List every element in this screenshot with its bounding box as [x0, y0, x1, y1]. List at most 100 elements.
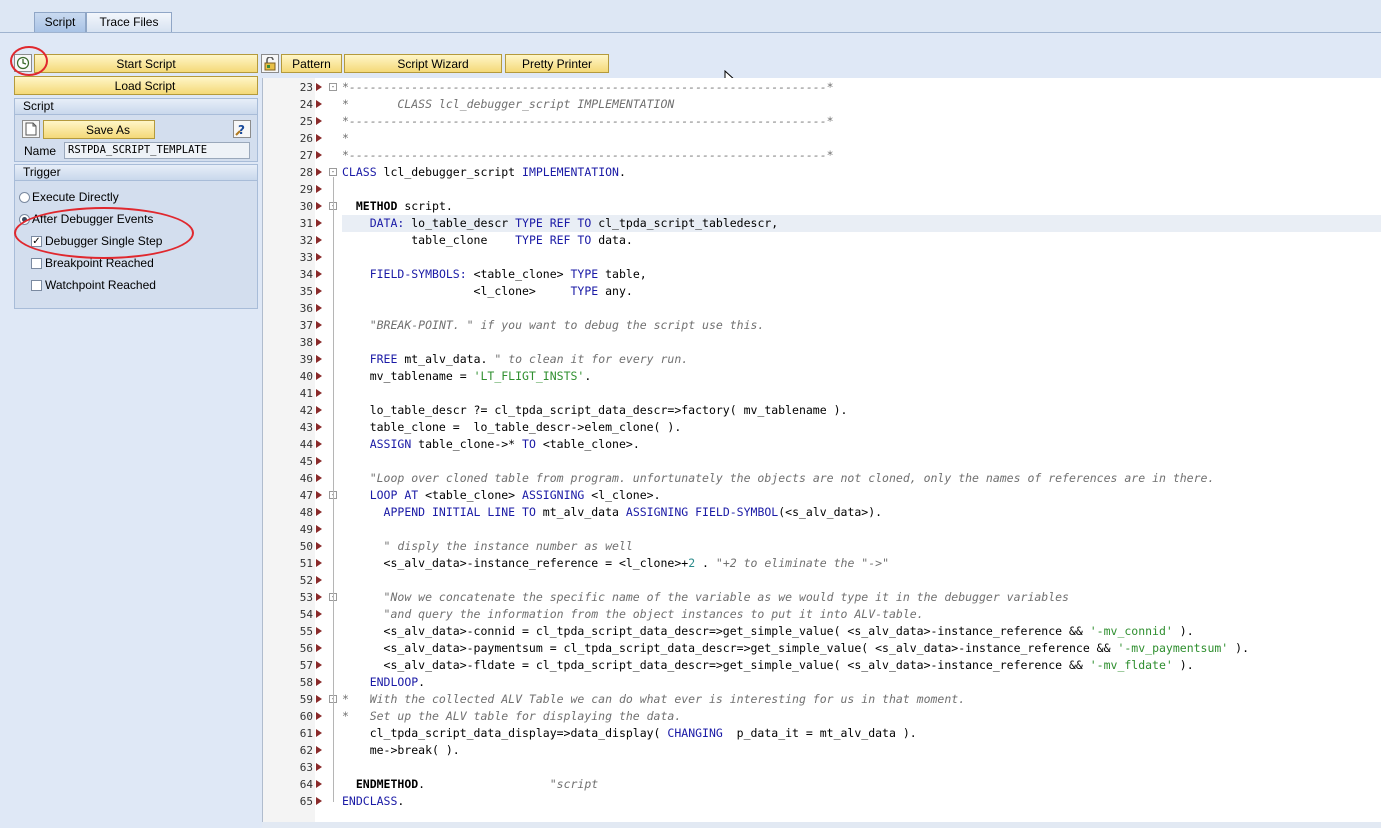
code-line[interactable]: 58 ENDLOOP. [263, 674, 1381, 691]
breakpoint-marker-icon[interactable] [316, 287, 322, 295]
code-line[interactable]: 36 [263, 300, 1381, 317]
code-line[interactable]: 24 * CLASS lcl_debugger_script IMPLEMENTA… [263, 96, 1381, 113]
breakpoint-marker-icon[interactable] [316, 151, 322, 159]
new-file-icon[interactable] [22, 120, 40, 138]
breakpoint-marker-icon[interactable] [316, 355, 322, 363]
code-line[interactable]: 50 " disply the instance number as well [263, 538, 1381, 555]
breakpoint-marker-icon[interactable] [316, 559, 322, 567]
code-line[interactable]: 45 [263, 453, 1381, 470]
code-line[interactable]: 26 * [263, 130, 1381, 147]
code-line[interactable]: 28 - CLASS lcl_debugger_script IMPLEMENTAT… [263, 164, 1381, 181]
code-line[interactable]: 53- "Now we concatenate the specific nam… [263, 589, 1381, 606]
breakpoint-marker-icon[interactable] [316, 338, 322, 346]
code-line[interactable]: 46 "Loop over cloned table from program.… [263, 470, 1381, 487]
breakpoint-marker-icon[interactable] [316, 712, 322, 720]
start-script-button[interactable]: Start Script [34, 54, 258, 73]
code-editor[interactable]: 23- *------------------------------------… [262, 78, 1381, 828]
code-line[interactable]: 59-* With the collected ALV Table we can… [263, 691, 1381, 708]
code-line[interactable]: 34 FIELD-SYMBOLS: <table_clone> TYPE tab… [263, 266, 1381, 283]
code-line[interactable]: 35 <l_clone> TYPE any. [263, 283, 1381, 300]
start-script-icon[interactable] [14, 54, 32, 72]
breakpoint-marker-icon[interactable] [316, 491, 322, 499]
breakpoint-marker-icon[interactable] [316, 389, 322, 397]
breakpoint-marker-icon[interactable] [316, 406, 322, 414]
breakpoint-marker-icon[interactable] [316, 678, 322, 686]
code-line[interactable]: 32 table_clone TYPE REF TO data. [263, 232, 1381, 249]
fold-toggle-icon[interactable]: - [329, 83, 337, 91]
save-as-button[interactable]: Save As [43, 120, 155, 139]
fold-toggle-icon[interactable]: - [329, 168, 337, 176]
code-line[interactable]: 41 [263, 385, 1381, 402]
code-line[interactable]: 54 "and query the information from the o… [263, 606, 1381, 623]
breakpoint-marker-icon[interactable] [316, 644, 322, 652]
breakpoint-marker-icon[interactable] [316, 457, 322, 465]
breakpoint-marker-icon[interactable] [316, 321, 322, 329]
breakpoint-marker-icon[interactable] [316, 83, 322, 91]
breakpoint-marker-icon[interactable] [316, 117, 322, 125]
code-line[interactable]: 23 - *------------------------------------… [263, 79, 1381, 96]
after-debugger-events-radio[interactable] [19, 214, 30, 225]
breakpoint-marker-icon[interactable] [316, 542, 322, 550]
breakpoint-marker-icon[interactable] [316, 797, 322, 805]
breakpoint-marker-icon[interactable] [316, 661, 322, 669]
code-line[interactable]: 60 * Set up the ALV table for displaying … [263, 708, 1381, 725]
code-line[interactable]: 48 APPEND INITIAL LINE TO mt_alv_data AS… [263, 504, 1381, 521]
code-line[interactable]: 55 <s_alv_data>-connid = cl_tpda_script_… [263, 623, 1381, 640]
breakpoint-marker-icon[interactable] [316, 746, 322, 754]
pattern-button[interactable]: Pattern [281, 54, 342, 73]
code-line[interactable]: 33 [263, 249, 1381, 266]
pretty-printer-button[interactable]: Pretty Printer [505, 54, 609, 73]
breakpoint-marker-icon[interactable] [316, 610, 322, 618]
code-line[interactable]: 51 <s_alv_data>-instance_reference = <l_… [263, 555, 1381, 572]
breakpoint-marker-icon[interactable] [316, 185, 322, 193]
tab-trace-files[interactable]: Trace Files [86, 12, 172, 32]
code-line[interactable]: 56 <s_alv_data>-paymentsum = cl_tpda_scr… [263, 640, 1381, 657]
breakpoint-marker-icon[interactable] [316, 270, 322, 278]
code-line[interactable]: 64 ENDMETHOD. "script [263, 776, 1381, 793]
breakpoint-reached-checkbox[interactable] [31, 258, 42, 269]
code-line[interactable]: 44 ASSIGN table_clone->* TO <table_clone… [263, 436, 1381, 453]
breakpoint-marker-icon[interactable] [316, 695, 322, 703]
code-line[interactable]: 37 "BREAK-POINT. " if you want to debug … [263, 317, 1381, 334]
code-line[interactable]: 52 [263, 572, 1381, 589]
code-line[interactable]: 63 [263, 759, 1381, 776]
breakpoint-marker-icon[interactable] [316, 202, 322, 210]
breakpoint-marker-icon[interactable] [316, 627, 322, 635]
code-line[interactable]: 49 [263, 521, 1381, 538]
script-wizard-button[interactable]: Script Wizard [344, 54, 502, 73]
breakpoint-marker-icon[interactable] [316, 304, 322, 312]
breakpoint-marker-icon[interactable] [316, 508, 322, 516]
breakpoint-marker-icon[interactable] [316, 134, 322, 142]
breakpoint-marker-icon[interactable] [316, 253, 322, 261]
breakpoint-marker-icon[interactable] [316, 576, 322, 584]
help-icon[interactable]: ? [233, 120, 251, 138]
debugger-single-step-checkbox[interactable]: ✓ [31, 236, 42, 247]
code-line[interactable]: 62 me->break( ). [263, 742, 1381, 759]
horizontal-scrollbar[interactable] [262, 822, 1381, 828]
code-line[interactable]: 39 FREE mt_alv_data. " to clean it for e… [263, 351, 1381, 368]
code-line[interactable]: 38 [263, 334, 1381, 351]
code-line[interactable]: 29 [263, 181, 1381, 198]
breakpoint-marker-icon[interactable] [316, 763, 322, 771]
code-line[interactable]: 42 lo_table_descr ?= cl_tpda_script_data… [263, 402, 1381, 419]
breakpoint-marker-icon[interactable] [316, 423, 322, 431]
execute-directly-radio[interactable] [19, 192, 30, 203]
breakpoint-marker-icon[interactable] [316, 593, 322, 601]
tab-script[interactable]: Script [34, 12, 86, 32]
load-script-button[interactable]: Load Script [14, 76, 258, 95]
breakpoint-marker-icon[interactable] [316, 474, 322, 482]
code-line[interactable]: 65 ENDCLASS. [263, 793, 1381, 810]
pattern-icon[interactable] [261, 54, 279, 73]
code-line[interactable]: 25 *-------------------------------------… [263, 113, 1381, 130]
breakpoint-marker-icon[interactable] [316, 372, 322, 380]
code-line[interactable]: 47- LOOP AT <table_clone> ASSIGNING <l_c… [263, 487, 1381, 504]
code-line[interactable]: 43 table_clone = lo_table_descr->elem_cl… [263, 419, 1381, 436]
name-field[interactable]: RSTPDA_SCRIPT_TEMPLATE [64, 142, 250, 159]
code-line[interactable]: 61 cl_tpda_script_data_display=>data_dis… [263, 725, 1381, 742]
breakpoint-marker-icon[interactable] [316, 525, 322, 533]
breakpoint-marker-icon[interactable] [316, 168, 322, 176]
breakpoint-marker-icon[interactable] [316, 440, 322, 448]
watchpoint-reached-checkbox[interactable] [31, 280, 42, 291]
breakpoint-marker-icon[interactable] [316, 100, 322, 108]
breakpoint-marker-icon[interactable] [316, 219, 322, 227]
